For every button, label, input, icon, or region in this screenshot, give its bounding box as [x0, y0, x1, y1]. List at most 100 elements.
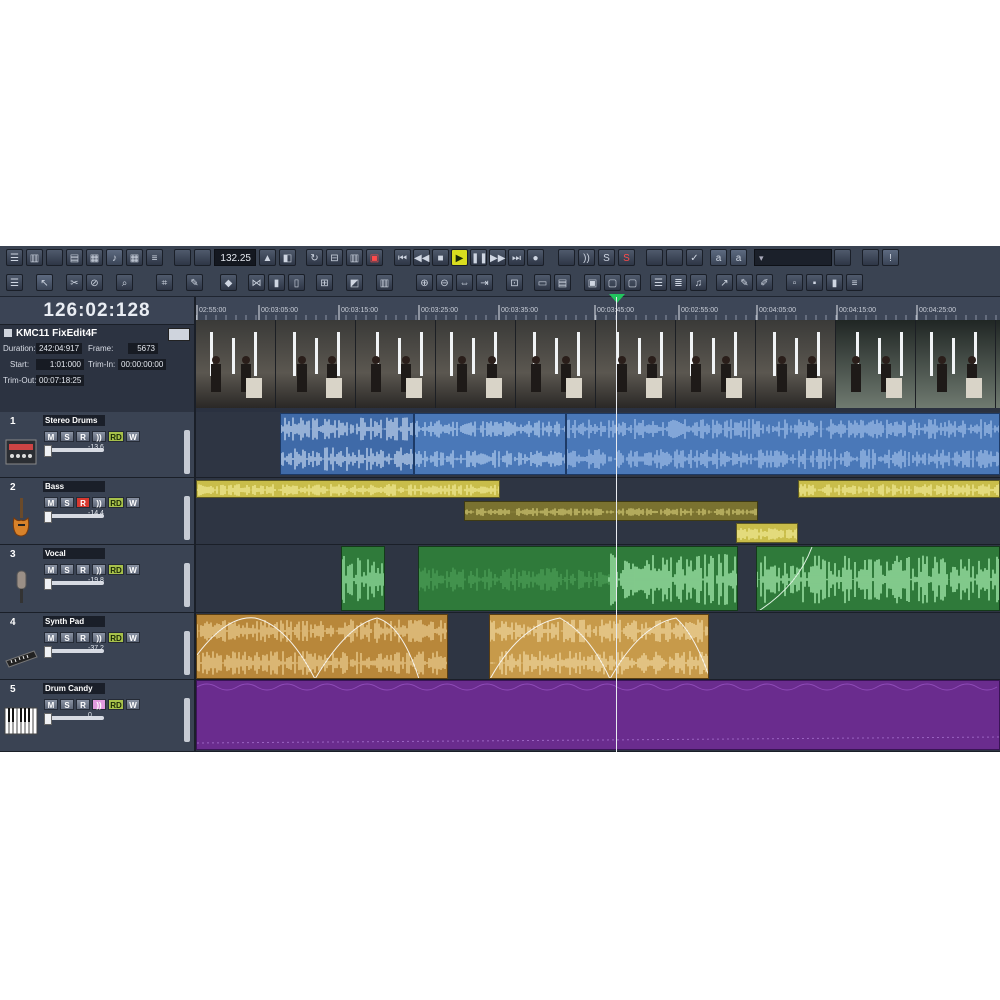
mute-button[interactable]: M: [44, 497, 58, 508]
snap-icon[interactable]: S: [598, 249, 615, 266]
frame-3-icon[interactable]: ▢: [624, 274, 641, 291]
split-icon[interactable]: ▮: [268, 274, 285, 291]
solo-button[interactable]: S: [60, 699, 74, 710]
alert-icon[interactable]: !: [882, 249, 899, 266]
track-header-3[interactable]: 3 Vocal M S R)) RD W -19.8: [0, 545, 194, 613]
volume-fader-knob[interactable]: [44, 511, 52, 523]
record-arm-button[interactable]: R: [76, 497, 90, 508]
auto-punch-icon[interactable]: )): [578, 249, 595, 266]
pause-icon[interactable]: ❚❚: [470, 249, 488, 266]
video-thumbnail-strip[interactable]: [196, 320, 1000, 408]
screenset-select[interactable]: ▾: [754, 249, 832, 266]
list-2-icon[interactable]: ☰: [650, 274, 667, 291]
volume-fader-knob[interactable]: [44, 445, 52, 457]
mixer-icon[interactable]: ▤: [66, 249, 83, 266]
slip-icon[interactable]: ▯: [288, 274, 305, 291]
skip-to-end-icon[interactable]: ⏭: [508, 249, 525, 266]
blank-tool-icon[interactable]: [46, 249, 63, 266]
midi-clip[interactable]: [196, 680, 1000, 750]
punch-icon[interactable]: ⊟: [326, 249, 343, 266]
disabled-tool-icon[interactable]: [174, 249, 191, 266]
tempo-display[interactable]: 132.25: [214, 249, 256, 266]
pencil-tool-icon[interactable]: ✎: [736, 274, 753, 291]
record-arm-button[interactable]: R: [76, 699, 90, 710]
lane-icon[interactable]: ▥: [376, 274, 393, 291]
marker-icon[interactable]: [646, 249, 663, 266]
window-2-icon[interactable]: ▤: [554, 274, 571, 291]
track-header-4[interactable]: 4 Synth Pad M S R)) RD W -37.2: [0, 613, 194, 680]
grid-tool-icon[interactable]: ⊞: [316, 274, 333, 291]
volume-fader-knob[interactable]: [44, 646, 52, 658]
audio-clip[interactable]: [798, 480, 1000, 498]
track-list-icon[interactable]: ≣: [670, 274, 687, 291]
rewind-to-start-icon[interactable]: ⏮: [394, 249, 411, 266]
record-arm-button[interactable]: R: [76, 564, 90, 575]
audio-clip[interactable]: [756, 546, 1000, 611]
read-automation-button[interactable]: RD: [108, 699, 124, 710]
save-icon[interactable]: ▫: [786, 274, 803, 291]
layout-b-icon[interactable]: a: [730, 249, 747, 266]
notation-icon[interactable]: ♪: [106, 249, 123, 266]
solo-button[interactable]: S: [60, 431, 74, 442]
audio-clip[interactable]: [196, 480, 500, 498]
write-automation-button[interactable]: W: [126, 632, 140, 643]
playhead-marker[interactable]: [609, 294, 625, 303]
track-lane-3[interactable]: [196, 545, 1000, 613]
read-automation-button[interactable]: RD: [108, 564, 124, 575]
link-icon[interactable]: ✓: [686, 249, 703, 266]
read-automation-button[interactable]: RD: [108, 632, 124, 643]
solo-button[interactable]: S: [60, 632, 74, 643]
loop-icon[interactable]: ↻: [306, 249, 323, 266]
window-icon[interactable]: ▭: [534, 274, 551, 291]
layout-a-icon[interactable]: a: [710, 249, 727, 266]
monitor-button[interactable]: )): [92, 564, 106, 575]
audio-clip[interactable]: [196, 614, 448, 679]
compress-icon[interactable]: ⇥: [476, 274, 493, 291]
audio-clip[interactable]: [464, 501, 758, 521]
track-name[interactable]: Vocal: [43, 548, 105, 559]
frame-icon[interactable]: ▣: [584, 274, 601, 291]
write-automation-button[interactable]: W: [126, 564, 140, 575]
track-name[interactable]: Drum Candy: [43, 683, 105, 694]
play-icon[interactable]: ▶: [451, 249, 468, 266]
tuner-icon[interactable]: ♫: [690, 274, 707, 291]
record-mode-icon[interactable]: ▣: [366, 249, 383, 266]
write-automation-button[interactable]: W: [126, 431, 140, 442]
record-icon[interactable]: ●: [527, 249, 544, 266]
stop-icon[interactable]: ■: [432, 249, 449, 266]
crossfade-icon[interactable]: ⋈: [248, 274, 265, 291]
settings-icon[interactable]: ≡: [846, 274, 863, 291]
zoom-fit-icon[interactable]: ⊡: [506, 274, 523, 291]
grid-view-icon[interactable]: ▦: [126, 249, 143, 266]
metronome-icon[interactable]: ▲: [259, 249, 276, 266]
insert-icon[interactable]: ⊕: [416, 274, 433, 291]
audio-clip[interactable]: [418, 546, 738, 611]
audio-clip[interactable]: [280, 413, 414, 475]
mute-button[interactable]: M: [44, 632, 58, 643]
tracks-view-icon[interactable]: ≡: [146, 249, 163, 266]
track-lane-2[interactable]: [196, 478, 1000, 545]
disabled-tool-2-icon[interactable]: [194, 249, 211, 266]
mute-button[interactable]: M: [44, 699, 58, 710]
arrow-tool-icon[interactable]: ↗: [716, 274, 733, 291]
screenset-button-icon[interactable]: [834, 249, 851, 266]
options-icon[interactable]: [862, 249, 879, 266]
fast-forward-icon[interactable]: ▶▶: [489, 249, 506, 266]
read-automation-button[interactable]: RD: [108, 497, 124, 508]
fit-icon[interactable]: ⇔: [456, 274, 473, 291]
track-header-2[interactable]: 2 Bass M S R)) RD W -14.4: [0, 478, 194, 545]
marker-2-icon[interactable]: [666, 249, 683, 266]
monitor-button[interactable]: )): [92, 632, 106, 643]
track-lane-4[interactable]: [196, 613, 1000, 680]
mute-button[interactable]: M: [44, 564, 58, 575]
audio-clip[interactable]: [414, 413, 566, 475]
tap-tempo-icon[interactable]: ◧: [279, 249, 296, 266]
scissors-tool-icon[interactable]: ✂: [66, 274, 83, 291]
volume-fader-knob[interactable]: [44, 578, 52, 590]
write-automation-button[interactable]: W: [126, 699, 140, 710]
rewind-icon[interactable]: ◀◀: [413, 249, 430, 266]
write-automation-button[interactable]: W: [126, 497, 140, 508]
levels-icon[interactable]: ▥: [346, 249, 363, 266]
record-arm-button[interactable]: R: [76, 632, 90, 643]
audio-clip[interactable]: [566, 413, 1000, 475]
